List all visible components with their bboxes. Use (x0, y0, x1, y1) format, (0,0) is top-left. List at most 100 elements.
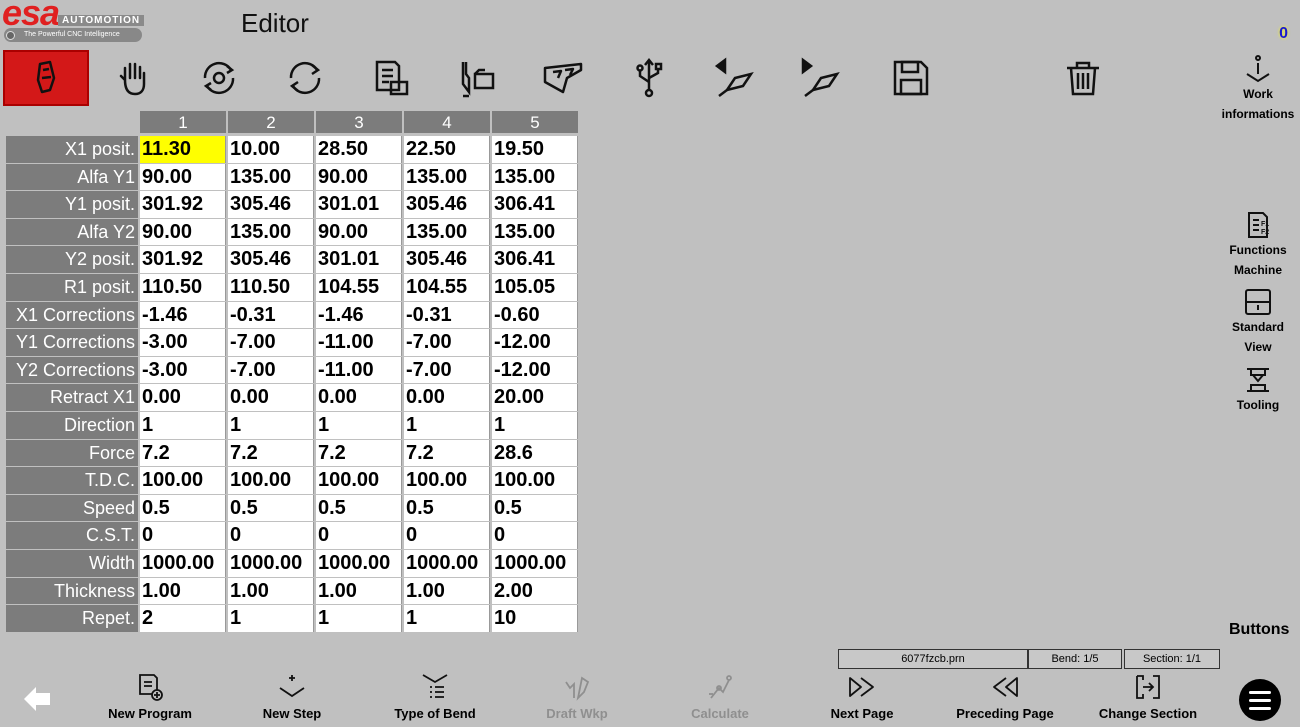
table-cell[interactable]: 0.5 (316, 494, 402, 522)
table-cell[interactable]: 1 (404, 411, 490, 439)
document-button[interactable] (348, 50, 434, 106)
column-header-4[interactable]: 4 (404, 111, 490, 135)
table-cell[interactable]: -11.00 (316, 329, 402, 356)
table-cell[interactable]: 301.01 (316, 246, 402, 273)
alarm-counter[interactable]: 0 (1279, 25, 1288, 43)
preceding-page-button[interactable]: Preceding Page (935, 672, 1075, 721)
column-header-5[interactable]: 5 (492, 111, 578, 135)
table-cell[interactable]: 104.55 (316, 273, 402, 301)
table-cell[interactable]: 0.00 (228, 384, 314, 411)
table-cell[interactable]: -11.00 (316, 356, 402, 384)
table-cell[interactable]: -7.00 (404, 356, 490, 384)
table-cell[interactable]: -3.00 (140, 356, 226, 384)
usb-button[interactable] (606, 50, 692, 106)
table-cell[interactable]: 7.2 (316, 439, 402, 467)
table-cell[interactable]: 7.2 (228, 439, 314, 467)
table-cell[interactable]: 135.00 (404, 218, 490, 246)
table-cell[interactable]: 0 (492, 522, 578, 549)
table-cell[interactable]: 20.00 (492, 384, 578, 411)
tooling-button[interactable]: Tooling (1218, 365, 1298, 415)
table-cell[interactable]: 306.41 (492, 246, 578, 273)
table-cell[interactable]: 305.46 (228, 191, 314, 218)
table-cell[interactable]: 1 (228, 605, 314, 632)
table-cell[interactable]: 90.00 (140, 218, 226, 246)
table-cell[interactable]: 1 (316, 605, 402, 632)
table-cell[interactable]: 2.00 (492, 577, 578, 605)
bend-sequence-button[interactable] (520, 50, 606, 106)
table-cell[interactable]: 100.00 (404, 467, 490, 494)
table-cell[interactable]: 1 (140, 411, 226, 439)
table-cell[interactable]: 1.00 (228, 577, 314, 605)
table-cell[interactable]: -0.60 (492, 301, 578, 329)
table-cell[interactable]: 305.46 (404, 246, 490, 273)
manual-mode-button[interactable] (90, 50, 176, 106)
table-cell[interactable]: -7.00 (228, 356, 314, 384)
column-header-2[interactable]: 2 (228, 111, 314, 135)
delete-button[interactable] (1040, 50, 1126, 106)
table-cell[interactable]: 11.30 (140, 136, 226, 163)
table-cell[interactable]: -12.00 (492, 329, 578, 356)
table-cell[interactable]: 90.00 (140, 163, 226, 191)
table-cell[interactable]: 28.50 (316, 136, 402, 163)
table-cell[interactable]: 305.46 (404, 191, 490, 218)
table-cell[interactable]: 1 (492, 411, 578, 439)
table-cell[interactable]: 1.00 (316, 577, 402, 605)
table-cell[interactable]: 0.5 (140, 494, 226, 522)
back-arrow-icon[interactable] (22, 683, 54, 715)
hamburger-menu-button[interactable] (1239, 679, 1281, 721)
table-cell[interactable]: 135.00 (492, 218, 578, 246)
table-cell[interactable]: 1.00 (140, 577, 226, 605)
table-cell[interactable]: 10 (492, 605, 578, 632)
table-cell[interactable]: -7.00 (228, 329, 314, 356)
column-header-1[interactable]: 1 (140, 111, 226, 135)
table-cell[interactable]: 135.00 (228, 163, 314, 191)
table-cell[interactable]: 0 (228, 522, 314, 549)
table-cell[interactable]: 100.00 (228, 467, 314, 494)
tool-change-button[interactable] (176, 50, 262, 106)
table-cell[interactable]: 1000.00 (316, 549, 402, 577)
type-of-bend-button[interactable]: Type of Bend (365, 672, 505, 721)
table-cell[interactable]: 100.00 (140, 467, 226, 494)
table-cell[interactable]: 0 (316, 522, 402, 549)
table-cell[interactable]: 1000.00 (492, 549, 578, 577)
functions-machine-button[interactable]: F1 F2 Functions Machine (1218, 210, 1298, 280)
table-cell[interactable]: -0.31 (404, 301, 490, 329)
table-cell[interactable]: -1.46 (140, 301, 226, 329)
table-cell[interactable]: 110.50 (228, 273, 314, 301)
table-cell[interactable]: 1 (228, 411, 314, 439)
table-cell[interactable]: 135.00 (492, 163, 578, 191)
table-cell[interactable]: 105.05 (492, 273, 578, 301)
table-cell[interactable]: 301.01 (316, 191, 402, 218)
work-informations-button[interactable]: Work informations (1218, 54, 1298, 124)
table-cell[interactable]: 0 (140, 522, 226, 549)
table-cell[interactable]: 0.00 (404, 384, 490, 411)
table-cell[interactable]: 135.00 (404, 163, 490, 191)
next-bend-button[interactable] (778, 50, 864, 106)
save-button[interactable] (868, 50, 954, 106)
table-cell[interactable]: 7.2 (404, 439, 490, 467)
table-cell[interactable]: -12.00 (492, 356, 578, 384)
table-cell[interactable]: 1.00 (404, 577, 490, 605)
edit-tool-button[interactable] (3, 50, 89, 106)
table-cell[interactable]: 305.46 (228, 246, 314, 273)
standard-view-button[interactable]: Standard View (1218, 287, 1298, 357)
new-program-button[interactable]: New Program (80, 672, 220, 721)
table-cell[interactable]: 28.6 (492, 439, 578, 467)
table-cell[interactable]: 1000.00 (228, 549, 314, 577)
table-cell[interactable]: 1 (316, 411, 402, 439)
table-cell[interactable]: -1.46 (316, 301, 402, 329)
calculate-button[interactable]: Calculate (650, 672, 790, 721)
next-page-button[interactable]: Next Page (792, 672, 932, 721)
table-cell[interactable]: 90.00 (316, 163, 402, 191)
table-cell[interactable]: 135.00 (228, 218, 314, 246)
table-cell[interactable]: 0.5 (492, 494, 578, 522)
table-cell[interactable]: 19.50 (492, 136, 578, 163)
table-cell[interactable]: 301.92 (140, 191, 226, 218)
column-header-3[interactable]: 3 (316, 111, 402, 135)
table-cell[interactable]: 1000.00 (404, 549, 490, 577)
table-cell[interactable]: 90.00 (316, 218, 402, 246)
change-section-button[interactable]: Change Section (1078, 672, 1218, 721)
table-cell[interactable]: 0.5 (404, 494, 490, 522)
previous-bend-button[interactable] (692, 50, 778, 106)
table-cell[interactable]: 104.55 (404, 273, 490, 301)
